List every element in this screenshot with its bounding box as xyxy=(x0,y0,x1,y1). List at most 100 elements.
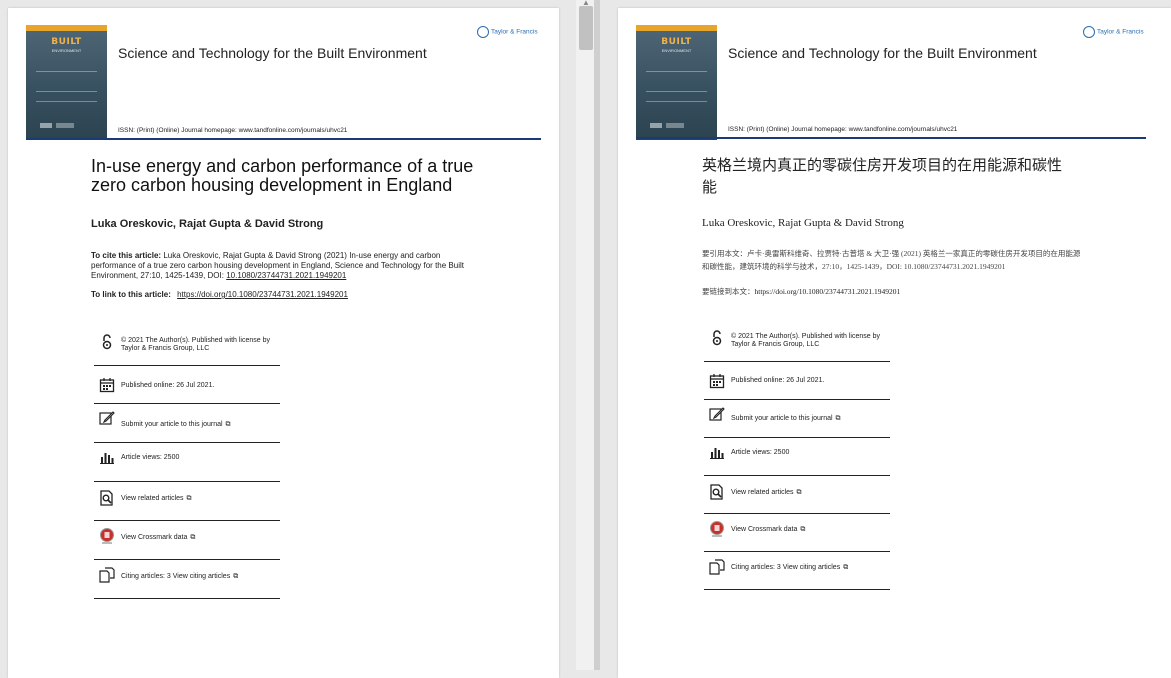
citation-block: To cite this article: Luka Oreskovic, Ra… xyxy=(91,251,481,281)
article-doi-link[interactable]: https://doi.org/10.1080/23744731.2021.19… xyxy=(177,290,348,299)
article-info-list: © 2021 The Author(s). Published with lic… xyxy=(94,328,280,599)
journal-homepage-link[interactable]: www.tandfonline.com/journals/uhvc21 xyxy=(849,126,958,133)
vertical-scrollbar-thumb[interactable] xyxy=(579,6,593,50)
publisher-logo-text: Taylor & Francis xyxy=(491,28,538,36)
related-articles-item[interactable]: View related articles ⧉ xyxy=(94,482,280,521)
cite-label: To cite this article: xyxy=(91,251,162,260)
published-online-item: Published online: 26 Jul 2021. xyxy=(94,366,280,404)
citing-articles-text: Citing articles: 3 View citing articles xyxy=(121,573,231,580)
header-rule xyxy=(26,138,541,140)
crossmark-icon xyxy=(710,521,724,537)
crossmark-icon xyxy=(100,528,114,544)
calendar-icon xyxy=(709,374,725,389)
citing-articles-item[interactable]: Citing articles: 3 View citing articles ⧉ xyxy=(94,560,280,599)
publisher-logo: Taylor & Francis xyxy=(477,26,538,38)
calendar-icon xyxy=(99,378,115,393)
external-link-icon: ⧉ xyxy=(190,534,196,541)
copy-icon xyxy=(709,559,725,575)
external-link-icon: ⧉ xyxy=(233,573,239,580)
issn-label: ISSN: (Print) (Online) Journal homepage: xyxy=(728,126,849,133)
issn-line: ISSN: (Print) (Online) Journal homepage:… xyxy=(118,127,347,134)
cite-doi-link[interactable]: 10.1080/23744731.2021.1949201 xyxy=(226,271,346,280)
search-document-icon xyxy=(100,490,113,506)
published-online-text: Published online: 26 Jul 2021. xyxy=(121,382,215,389)
license-text: © 2021 The Author(s). Published with lic… xyxy=(731,333,880,348)
edit-icon xyxy=(709,407,725,421)
vertical-scrollbar-track[interactable] xyxy=(576,0,594,670)
related-articles-link[interactable]: View related articles ⧉ xyxy=(121,495,192,503)
submit-article-link[interactable]: Submit your article to this journal ⧉ xyxy=(121,421,231,429)
article-info-list: © 2021 The Author(s). Published with lic… xyxy=(704,324,890,590)
open-access-icon xyxy=(712,330,722,346)
right-document-page: BUILT ENVIRONMENT Science and Technology… xyxy=(618,8,1171,678)
article-views-item: Article views: 2500 xyxy=(704,438,890,476)
link-label: To link to this article: xyxy=(91,290,171,299)
submit-article-link[interactable]: Submit your article to this journal ⧉ xyxy=(731,415,841,423)
issn-label: ISSN: (Print) (Online) Journal homepage: xyxy=(118,127,239,134)
citing-articles-text: Citing articles: 3 View citing articles xyxy=(731,564,841,571)
related-articles-link[interactable]: View related articles ⧉ xyxy=(731,489,802,497)
related-articles-text: View related articles xyxy=(731,489,794,496)
article-title: 英格兰境内真正的零碳住房开发项目的在用能源和碳性能 xyxy=(702,156,1063,196)
taylor-francis-logo-icon xyxy=(1083,26,1095,38)
external-link-icon: ⧉ xyxy=(800,526,806,533)
published-online-text: Published online: 26 Jul 2021. xyxy=(731,377,825,384)
link-label: 要链接到本文： xyxy=(702,287,755,296)
open-access-icon xyxy=(102,334,112,350)
left-document-page: BUILT ENVIRONMENT Science and Technology… xyxy=(8,8,559,678)
license-item: © 2021 The Author(s). Published with lic… xyxy=(94,328,280,366)
cover-subtitle: ENVIRONMENT xyxy=(661,48,692,53)
submit-article-text: Submit your article to this journal xyxy=(731,415,833,422)
journal-homepage-link[interactable]: www.tandfonline.com/journals/uhvc21 xyxy=(239,127,348,134)
citing-articles-link[interactable]: Citing articles: 3 View citing articles ⧉ xyxy=(121,573,238,581)
related-articles-text: View related articles xyxy=(121,495,184,502)
external-link-icon: ⧉ xyxy=(186,495,192,502)
publisher-logo-text: Taylor & Francis xyxy=(1097,28,1144,36)
copy-icon xyxy=(99,567,115,583)
cover-title: BUILT xyxy=(661,37,692,47)
crossmark-text: View Crossmark data xyxy=(121,534,188,541)
bar-chart-icon xyxy=(710,448,724,459)
publisher-logo: Taylor & Francis xyxy=(1083,26,1144,38)
citing-articles-item[interactable]: Citing articles: 3 View citing articles ⧉ xyxy=(704,552,890,590)
journal-cover-image: BUILT ENVIRONMENT xyxy=(26,25,107,140)
article-doi-link[interactable]: https://doi.org/10.1080/23744731.2021.19… xyxy=(755,287,901,296)
license-item: © 2021 The Author(s). Published with lic… xyxy=(704,324,890,362)
crossmark-link[interactable]: View Crossmark data ⧉ xyxy=(121,534,195,542)
submit-article-item[interactable]: Submit your article to this journal ⧉ xyxy=(704,400,890,438)
link-block: To link to this article: https://doi.org… xyxy=(91,290,491,300)
issn-line: ISSN: (Print) (Online) Journal homepage:… xyxy=(728,126,957,133)
article-authors: Luka Oreskovic, Rajat Gupta & David Stro… xyxy=(702,217,904,229)
journal-cover-image: BUILT ENVIRONMENT xyxy=(636,25,717,140)
article-views-item: Article views: 2500 xyxy=(94,443,280,482)
external-link-icon: ⧉ xyxy=(796,489,802,496)
link-block: 要链接到本文：https://doi.org/10.1080/23744731.… xyxy=(702,286,1082,299)
related-articles-item[interactable]: View related articles ⧉ xyxy=(704,476,890,514)
crossmark-link[interactable]: View Crossmark data ⧉ xyxy=(731,526,805,534)
cover-subtitle: ENVIRONMENT xyxy=(51,48,82,53)
bar-chart-icon xyxy=(100,453,114,464)
citing-articles-link[interactable]: Citing articles: 3 View citing articles ⧉ xyxy=(731,564,848,572)
crossmark-item[interactable]: View Crossmark data ⧉ xyxy=(704,514,890,552)
published-online-item: Published online: 26 Jul 2021. xyxy=(704,362,890,400)
journal-name: Science and Technology for the Built Env… xyxy=(728,45,1037,61)
submit-article-item[interactable]: Submit your article to this journal ⧉ xyxy=(94,404,280,443)
crossmark-text: View Crossmark data xyxy=(731,526,798,533)
article-title: In-use energy and carbon performance of … xyxy=(91,156,474,195)
external-link-icon: ⧉ xyxy=(225,421,231,428)
citation-block: 要引用本文：卢卡·奥雷斯科维奇、拉贾特·古普塔 & 大卫·强 (2021) 英格… xyxy=(702,249,1081,271)
submit-article-text: Submit your article to this journal xyxy=(121,421,223,428)
crossmark-item[interactable]: View Crossmark data ⧉ xyxy=(94,521,280,560)
pane-divider[interactable] xyxy=(594,0,600,670)
taylor-francis-logo-icon xyxy=(477,26,489,38)
header-rule xyxy=(636,137,1146,139)
external-link-icon: ⧉ xyxy=(843,564,849,571)
article-authors: Luka Oreskovic, Rajat Gupta & David Stro… xyxy=(91,218,324,230)
edit-icon xyxy=(99,411,115,425)
external-link-icon: ⧉ xyxy=(835,415,841,422)
journal-name: Science and Technology for the Built Env… xyxy=(118,45,427,61)
search-document-icon xyxy=(710,484,723,500)
cover-title: BUILT xyxy=(51,37,82,47)
article-views-text: Article views: 2500 xyxy=(121,454,180,461)
license-text: © 2021 The Author(s). Published with lic… xyxy=(121,337,270,352)
